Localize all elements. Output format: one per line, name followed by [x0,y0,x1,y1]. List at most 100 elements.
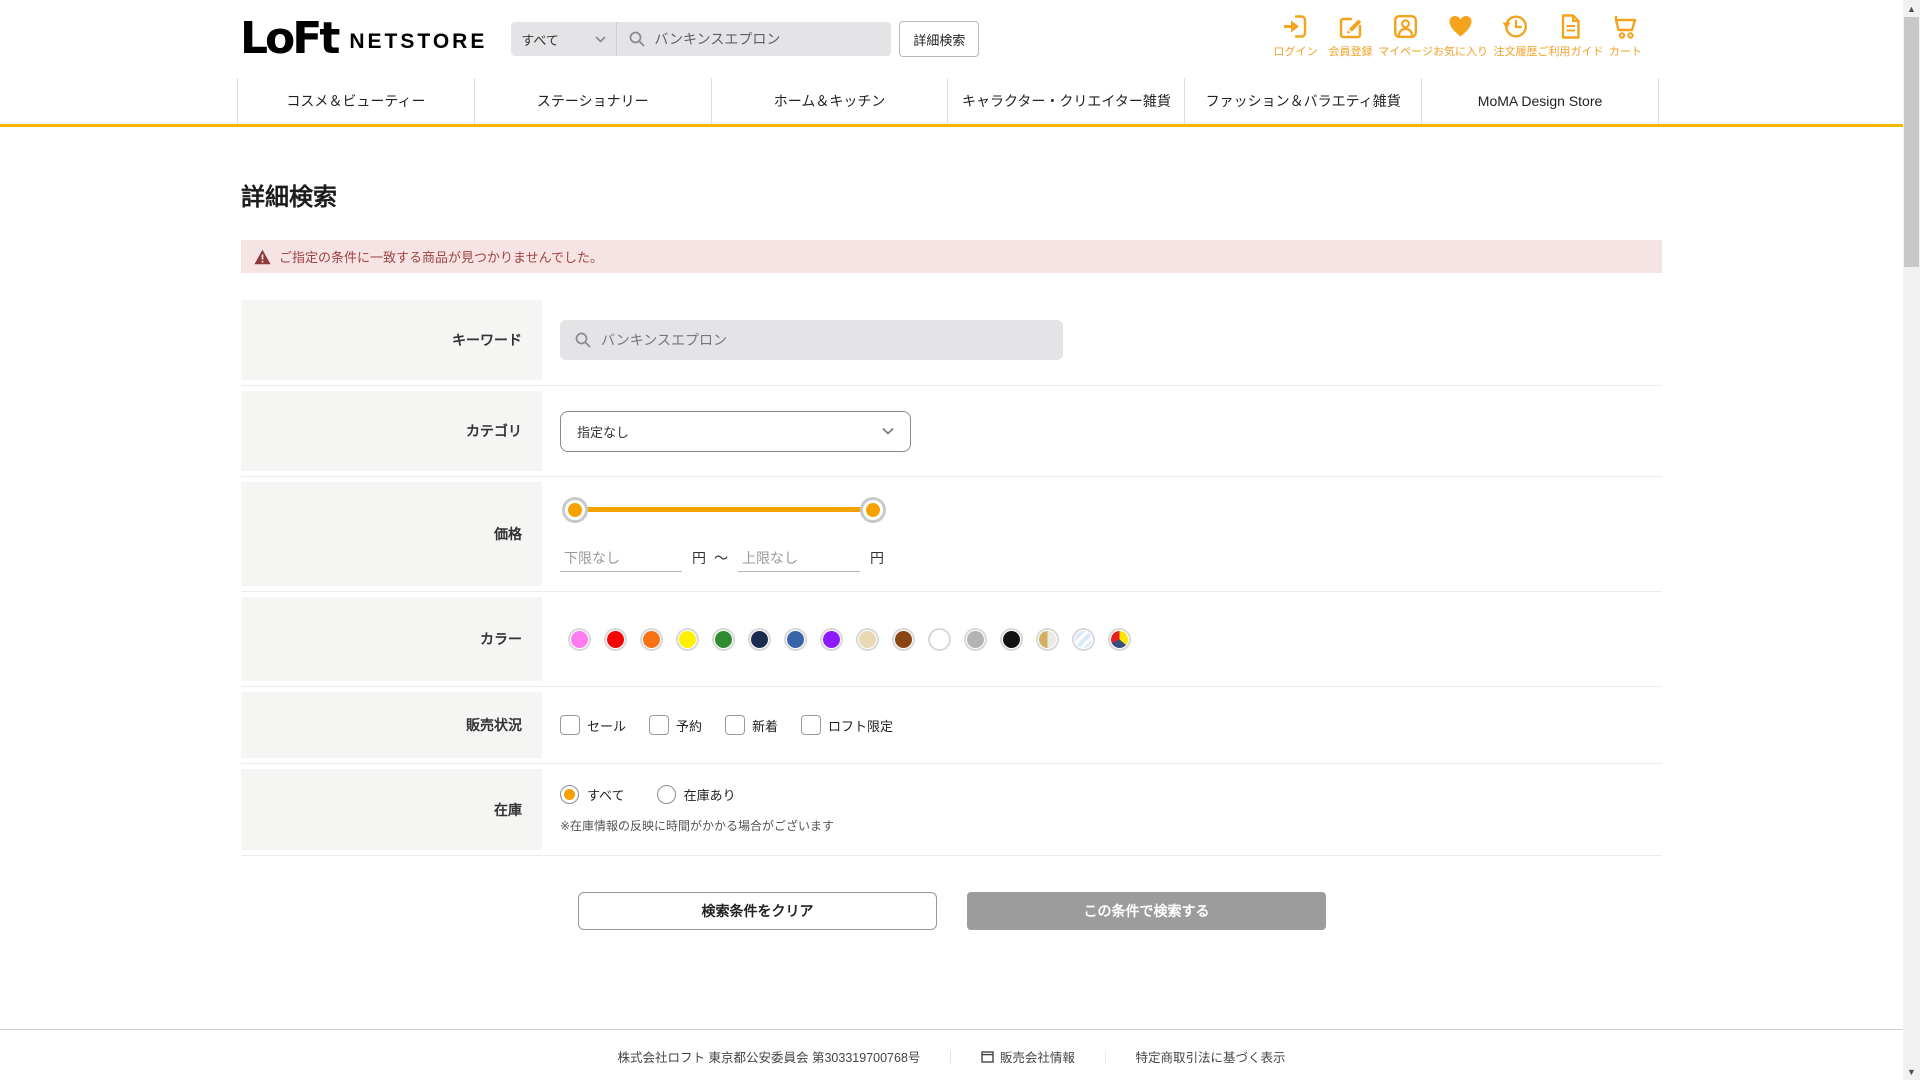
search-scope-value: すべて [521,30,559,49]
checkbox-sale[interactable]: セール [560,715,626,735]
header-search-value: バンキンスエプロン [654,29,780,49]
guide-button[interactable]: ご利用ガイド [1543,13,1598,59]
footer-divider: ｜ [1099,1047,1112,1066]
keyword-value: バンキンスエプロン [601,330,727,350]
color-swatch-pink[interactable] [570,630,589,649]
category-select[interactable]: 指定なし [560,411,911,452]
category-row: カテゴリ 指定なし [241,385,1662,476]
vertical-scrollbar[interactable]: ▲ ▼ [1903,0,1920,1080]
scroll-up-icon[interactable]: ▲ [1903,0,1920,17]
checkbox-icon[interactable] [560,715,580,735]
slider-handle-max[interactable] [860,497,886,523]
page-title: 詳細検索 [241,177,1662,212]
color-label: カラー [241,597,542,681]
category-selected-value: 指定なし [577,422,629,441]
favorites-button[interactable]: お気に入り [1433,13,1488,59]
checkbox-icon[interactable] [801,715,821,735]
footer-divider: ｜ [944,1047,957,1066]
status-row: 販売状況 セール 予約 [241,686,1662,763]
color-swatch-blue[interactable] [786,630,805,649]
color-swatch-beige[interactable] [858,630,877,649]
stock-note: ※在庫情報の反映に時間がかかる場合がございます [560,817,834,834]
slider-track[interactable] [575,507,873,512]
keyword-label: キーワード [241,300,542,380]
radio-stock-available[interactable]: 在庫あり [657,785,736,804]
color-swatch-white[interactable] [930,630,949,649]
register-button[interactable]: 会員登録 [1323,13,1378,59]
color-swatch-purple[interactable] [822,630,841,649]
price-range-slider[interactable] [575,497,873,523]
register-icon [1337,13,1364,40]
order-history-button[interactable]: 注文履歴 [1488,13,1543,59]
site-header: LoFt NETSTORE すべて バンキンスエプロン 詳細検索 [0,0,1903,78]
heart-icon [1447,13,1474,40]
radio-icon[interactable] [657,785,676,804]
login-icon [1282,13,1309,40]
order-history-icon [1502,13,1529,40]
checkbox-new[interactable]: 新着 [725,715,778,735]
nav-item-moma[interactable]: MoMA Design Store [1421,78,1659,124]
mypage-icon [1392,13,1419,40]
color-swatch-black[interactable] [1002,630,1021,649]
color-swatch-green[interactable] [714,630,733,649]
color-swatch-multi[interactable] [1110,630,1129,649]
checkbox-icon[interactable] [725,715,745,735]
price-separator: ～ [714,548,728,568]
color-swatch-orange[interactable] [642,630,661,649]
logo-main-text: LoFt [240,17,337,61]
color-swatch-navy[interactable] [750,630,769,649]
warning-icon [254,249,271,265]
footer-company-text: 株式会社ロフト 東京都公安委員会 第303319700768号 [618,1047,921,1066]
footer-link-company-info[interactable]: 販売会社情報 [981,1047,1075,1066]
color-swatch-clear[interactable] [1074,630,1093,649]
nav-item-home-kitchen[interactable]: ホーム＆キッチン [711,78,948,124]
nav-item-cosmetics[interactable]: コスメ＆ビューティー [237,78,474,124]
checkbox-reservation[interactable]: 予約 [649,715,702,735]
color-swatch-gray[interactable] [966,630,985,649]
price-label: 価格 [241,482,542,586]
loft-logo[interactable]: LoFt NETSTORE [240,17,487,61]
search-form: キーワード バンキンスエプロン カテゴリ 指定なし [241,295,1662,856]
scroll-down-icon[interactable]: ▼ [1903,1063,1920,1080]
search-submit-button[interactable]: この条件で検索する [967,892,1326,930]
mypage-button[interactable]: マイページ [1378,13,1433,59]
no-results-alert: ご指定の条件に一致する商品が見つかりませんでした。 [241,240,1662,273]
keyword-input[interactable]: バンキンスエプロン [560,320,1063,360]
checkbox-icon[interactable] [649,715,669,735]
alert-message: ご指定の条件に一致する商品が見つかりませんでした。 [279,247,603,266]
search-scope-select[interactable]: すべて [511,22,617,56]
footer-link-tokushoho[interactable]: 特定商取引法に基づく表示 [1135,1047,1285,1066]
header-search-bar: すべて バンキンスエプロン [511,22,891,56]
guide-icon [1557,13,1584,40]
search-icon [575,332,591,348]
login-button[interactable]: ログイン [1268,13,1323,59]
header-search-input[interactable]: バンキンスエプロン [617,22,891,56]
price-min-unit: 円 [692,548,706,568]
color-swatch-red[interactable] [606,630,625,649]
nav-item-character[interactable]: キャラクター・クリエイター雑貨 [947,78,1184,124]
cart-icon [1612,13,1639,40]
category-label: カテゴリ [241,391,542,471]
price-row: 価格 下限なし 円 ～ 上限なし 円 [241,476,1662,591]
color-swatch-yellow[interactable] [678,630,697,649]
slider-handle-min[interactable] [562,497,588,523]
stock-row: 在庫 すべて 在庫あり ※在庫情報の反映に時間がか [241,763,1662,856]
nav-item-fashion[interactable]: ファッション＆バラエティ雑貨 [1184,78,1421,124]
checkbox-loft-limited[interactable]: ロフト限定 [801,715,893,735]
radio-stock-all[interactable]: すべて [560,785,625,804]
logo-sub-text: NETSTORE [349,30,487,54]
price-max-input[interactable]: 上限なし [738,545,860,572]
price-min-input[interactable]: 下限なし [560,545,682,572]
chevron-down-icon [595,36,606,43]
cart-button[interactable]: カート [1598,13,1653,59]
detail-search-button[interactable]: 詳細検索 [899,21,979,57]
scrollbar-thumb[interactable] [1904,17,1919,267]
radio-icon[interactable] [560,785,579,804]
nav-item-stationery[interactable]: ステーショナリー [474,78,711,124]
keyword-row: キーワード バンキンスエプロン [241,295,1662,385]
site-footer: 株式会社ロフト 東京都公安委員会 第303319700768号 ｜ 販売会社情報… [0,1029,1903,1066]
color-swatch-gold-silver[interactable] [1038,630,1057,649]
color-swatch-brown[interactable] [894,630,913,649]
clear-conditions-button[interactable]: 検索条件をクリア [578,892,937,930]
stock-label: 在庫 [241,769,542,850]
